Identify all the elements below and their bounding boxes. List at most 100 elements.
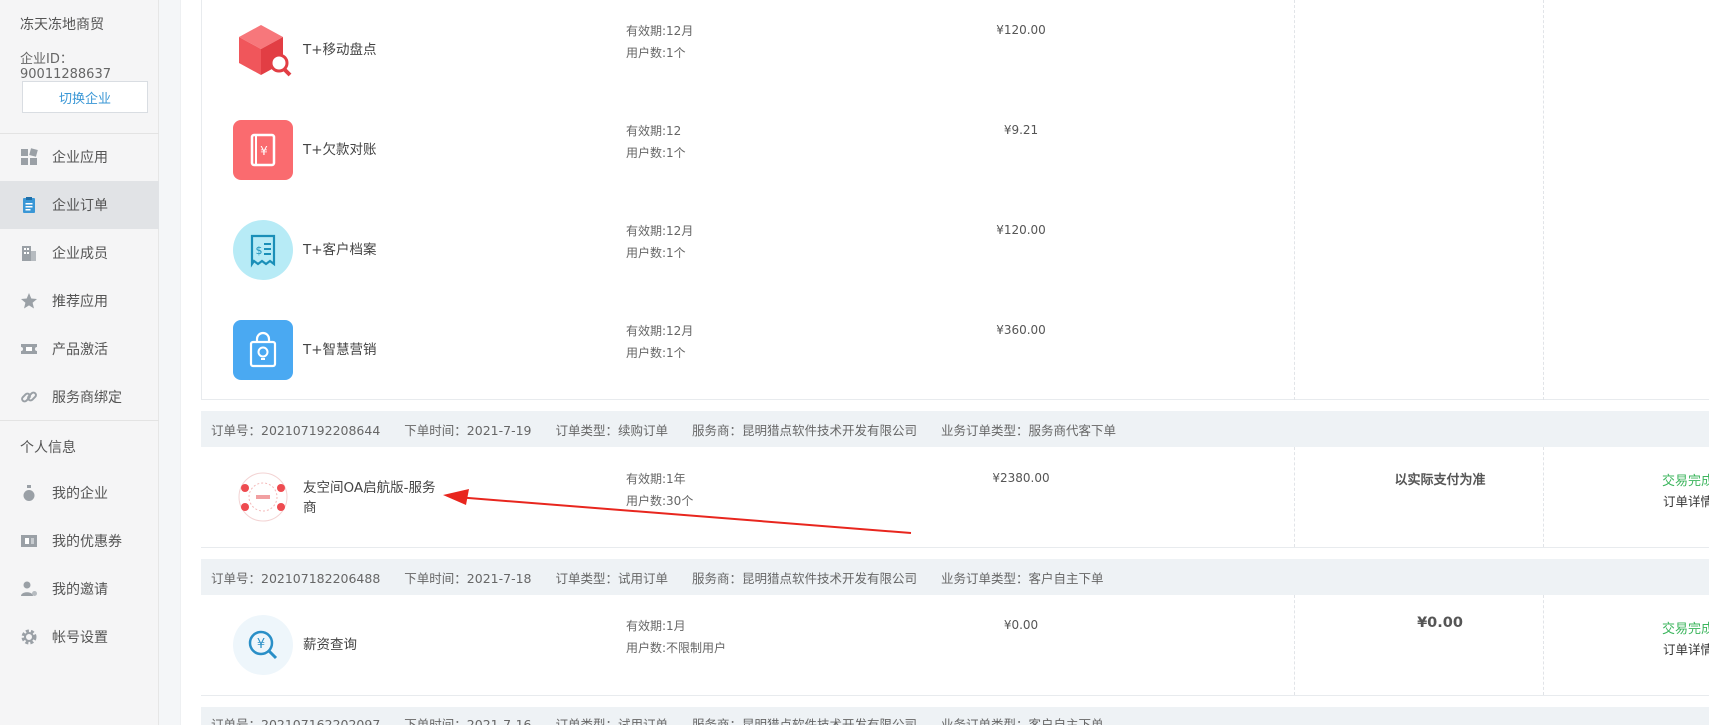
sidebar-item-label: 服务商绑定 <box>52 390 122 406</box>
product-price: ¥120.00 <box>996 23 1046 37</box>
actual-payment: 以实际支付为准 <box>1394 473 1486 488</box>
ticket-icon <box>20 340 38 358</box>
product-name: T+智慧营销 <box>303 342 377 358</box>
order-header: 订单号：202107182206488 下单时间：2021-7-18 订单类型：… <box>201 559 1709 595</box>
star-icon <box>20 292 38 310</box>
order-number: 订单号：202107182206488 <box>211 570 381 586</box>
dollar-receipt-icon: $ <box>233 220 293 280</box>
sidebar-item-label: 我的优惠券 <box>52 534 122 550</box>
salary-search-icon: ¥ <box>233 615 293 675</box>
product-price: ¥2380.00 <box>992 471 1050 485</box>
order-status: 交易完成 <box>1661 474 1709 489</box>
sidebar-divider <box>0 420 159 421</box>
order-product-row: ¥ T+欠款对账 有效期:12 用户数:1个 ¥9.21 <box>201 100 1709 200</box>
row-border <box>201 695 1709 696</box>
sidebar-item-label: 帐号设置 <box>52 630 108 646</box>
clipboard-icon <box>20 196 38 214</box>
coupon-icon <box>20 532 38 550</box>
sidebar-item-label: 产品激活 <box>52 342 108 358</box>
sidebar-item-label: 企业应用 <box>52 150 108 166</box>
product-price: ¥120.00 <box>996 223 1046 237</box>
order-product-row: 友空间OA启航版-服务商 有效期:1年 用户数:30个 ¥2380.00 以实际… <box>201 447 1709 547</box>
sidebar-item-label: 企业订单 <box>52 198 108 214</box>
order-product-row: ¥ 薪资查询 有效期:1月 用户数:不限制用户 ¥0.00 ¥0.00 交易完成… <box>201 595 1709 695</box>
yen-book-icon: ¥ <box>233 120 293 180</box>
product-name: 友空间OA启航版-服务商 <box>303 480 436 516</box>
sidebar-item-recommended[interactable]: 推荐应用 <box>0 277 159 325</box>
product-users: 用户数:不限制用户 <box>626 641 727 655</box>
svg-text:¥: ¥ <box>257 637 265 652</box>
sidebar-item-members[interactable]: 企业成员 <box>0 229 159 277</box>
order-header: 订单号：202107162202097 下单时间：2021-7-16 订单类型：… <box>201 707 1709 725</box>
company-name: 冻天冻地商贸 <box>20 17 104 33</box>
order-type: 订单类型：试用订单 <box>555 570 669 586</box>
shopping-bag-bulb-icon <box>233 320 293 380</box>
personal-section-label: 个人信息 <box>20 440 76 456</box>
product-users: 用户数:1个 <box>626 346 686 360</box>
product-users: 用户数:1个 <box>626 46 686 60</box>
product-validity: 有效期:12月 <box>626 324 694 338</box>
switch-company-button[interactable]: 切换企业 <box>22 81 148 113</box>
order-biz-type: 业务订单类型：客户自主下单 <box>941 570 1104 586</box>
box-search-icon <box>233 19 293 79</box>
sidebar-item-provider-binding[interactable]: 服务商绑定 <box>0 373 159 421</box>
sidebar-item-label: 我的邀请 <box>52 582 108 598</box>
user-invite-icon <box>20 580 38 598</box>
product-name: 薪资查询 <box>303 637 357 653</box>
product-name: T+移动盘点 <box>303 42 377 58</box>
orders-main: T+移动盘点 有效期:12月 用户数:1个 ¥120.00 ¥ T+欠款对账 有… <box>180 0 1709 725</box>
column-divider <box>1543 447 1544 547</box>
product-validity: 有效期:1月 <box>626 619 686 633</box>
product-users: 用户数:1个 <box>626 246 686 260</box>
sidebar-item-label: 企业成员 <box>52 246 108 262</box>
order-status: 交易完成 <box>1661 622 1709 637</box>
money-bag-icon <box>20 484 38 502</box>
sidebar-item-label: 推荐应用 <box>52 294 108 310</box>
gear-icon <box>20 628 38 646</box>
sidebar-item-my-coupons[interactable]: 我的优惠券 <box>0 517 159 565</box>
oa-app-logo-icon <box>233 467 293 527</box>
order-type: 订单类型：试用订单 <box>555 717 669 725</box>
row-border <box>201 547 1709 548</box>
order-time: 下单时间：2021-7-18 <box>404 570 532 586</box>
order-type: 订单类型：续购订单 <box>555 422 669 438</box>
sidebar-item-orders[interactable]: 企业订单 <box>0 181 159 229</box>
product-validity: 有效期:12 <box>626 124 682 138</box>
order-provider: 服务商：昆明猎点软件技术开发有限公司 <box>692 717 918 725</box>
building-icon <box>20 244 38 262</box>
order-provider: 服务商：昆明猎点软件技术开发有限公司 <box>692 422 918 438</box>
order-time: 下单时间：2021-7-16 <box>404 717 532 725</box>
product-validity: 有效期:12月 <box>626 224 694 238</box>
sidebar-item-my-company[interactable]: 我的企业 <box>0 469 159 517</box>
order-detail-link[interactable]: 订单详情 <box>1563 639 1709 658</box>
order-detail-link[interactable]: 订单详情 <box>1563 491 1709 510</box>
sidebar: 冻天冻地商贸 企业ID：90011288637 切换企业 企业应用 企业订单 企… <box>0 0 159 725</box>
sidebar-item-activation[interactable]: 产品激活 <box>0 325 159 373</box>
product-name: T+欠款对账 <box>303 142 377 158</box>
column-divider <box>1543 595 1544 695</box>
order-time: 下单时间：2021-7-19 <box>404 422 532 438</box>
svg-text:¥: ¥ <box>260 144 268 158</box>
order-product-row: $ T+客户档案 有效期:12月 用户数:1个 ¥120.00 <box>201 200 1709 300</box>
annotation-arrow <box>443 489 912 534</box>
product-users: 用户数:1个 <box>626 146 686 160</box>
product-price: ¥9.21 <box>1003 123 1039 137</box>
sidebar-item-label: 我的企业 <box>52 486 108 502</box>
product-name: T+客户档案 <box>303 242 377 258</box>
column-divider <box>1294 447 1295 547</box>
order-product-row: T+智慧营销 有效期:12月 用户数:1个 ¥360.00 <box>201 300 1709 400</box>
order-header: 订单号：202107192208644 下单时间：2021-7-19 订单类型：… <box>201 411 1709 447</box>
order-biz-type: 业务订单类型：客户自主下单 <box>941 717 1104 725</box>
column-divider <box>1294 595 1295 695</box>
product-price: ¥0.00 <box>1003 618 1039 632</box>
product-validity: 有效期:12月 <box>626 24 694 38</box>
sidebar-item-my-invites[interactable]: 我的邀请 <box>0 565 159 613</box>
order-provider: 服务商：昆明猎点软件技术开发有限公司 <box>692 570 918 586</box>
svg-text:$: $ <box>256 244 263 257</box>
company-id: 企业ID：90011288637 <box>20 52 111 82</box>
sidebar-item-account-settings[interactable]: 帐号设置 <box>0 613 159 661</box>
order-number: 订单号：202107192208644 <box>211 422 381 438</box>
sidebar-item-apps[interactable]: 企业应用 <box>0 133 159 181</box>
actual-payment: ¥0.00 <box>1417 615 1463 631</box>
link-icon <box>20 388 38 406</box>
